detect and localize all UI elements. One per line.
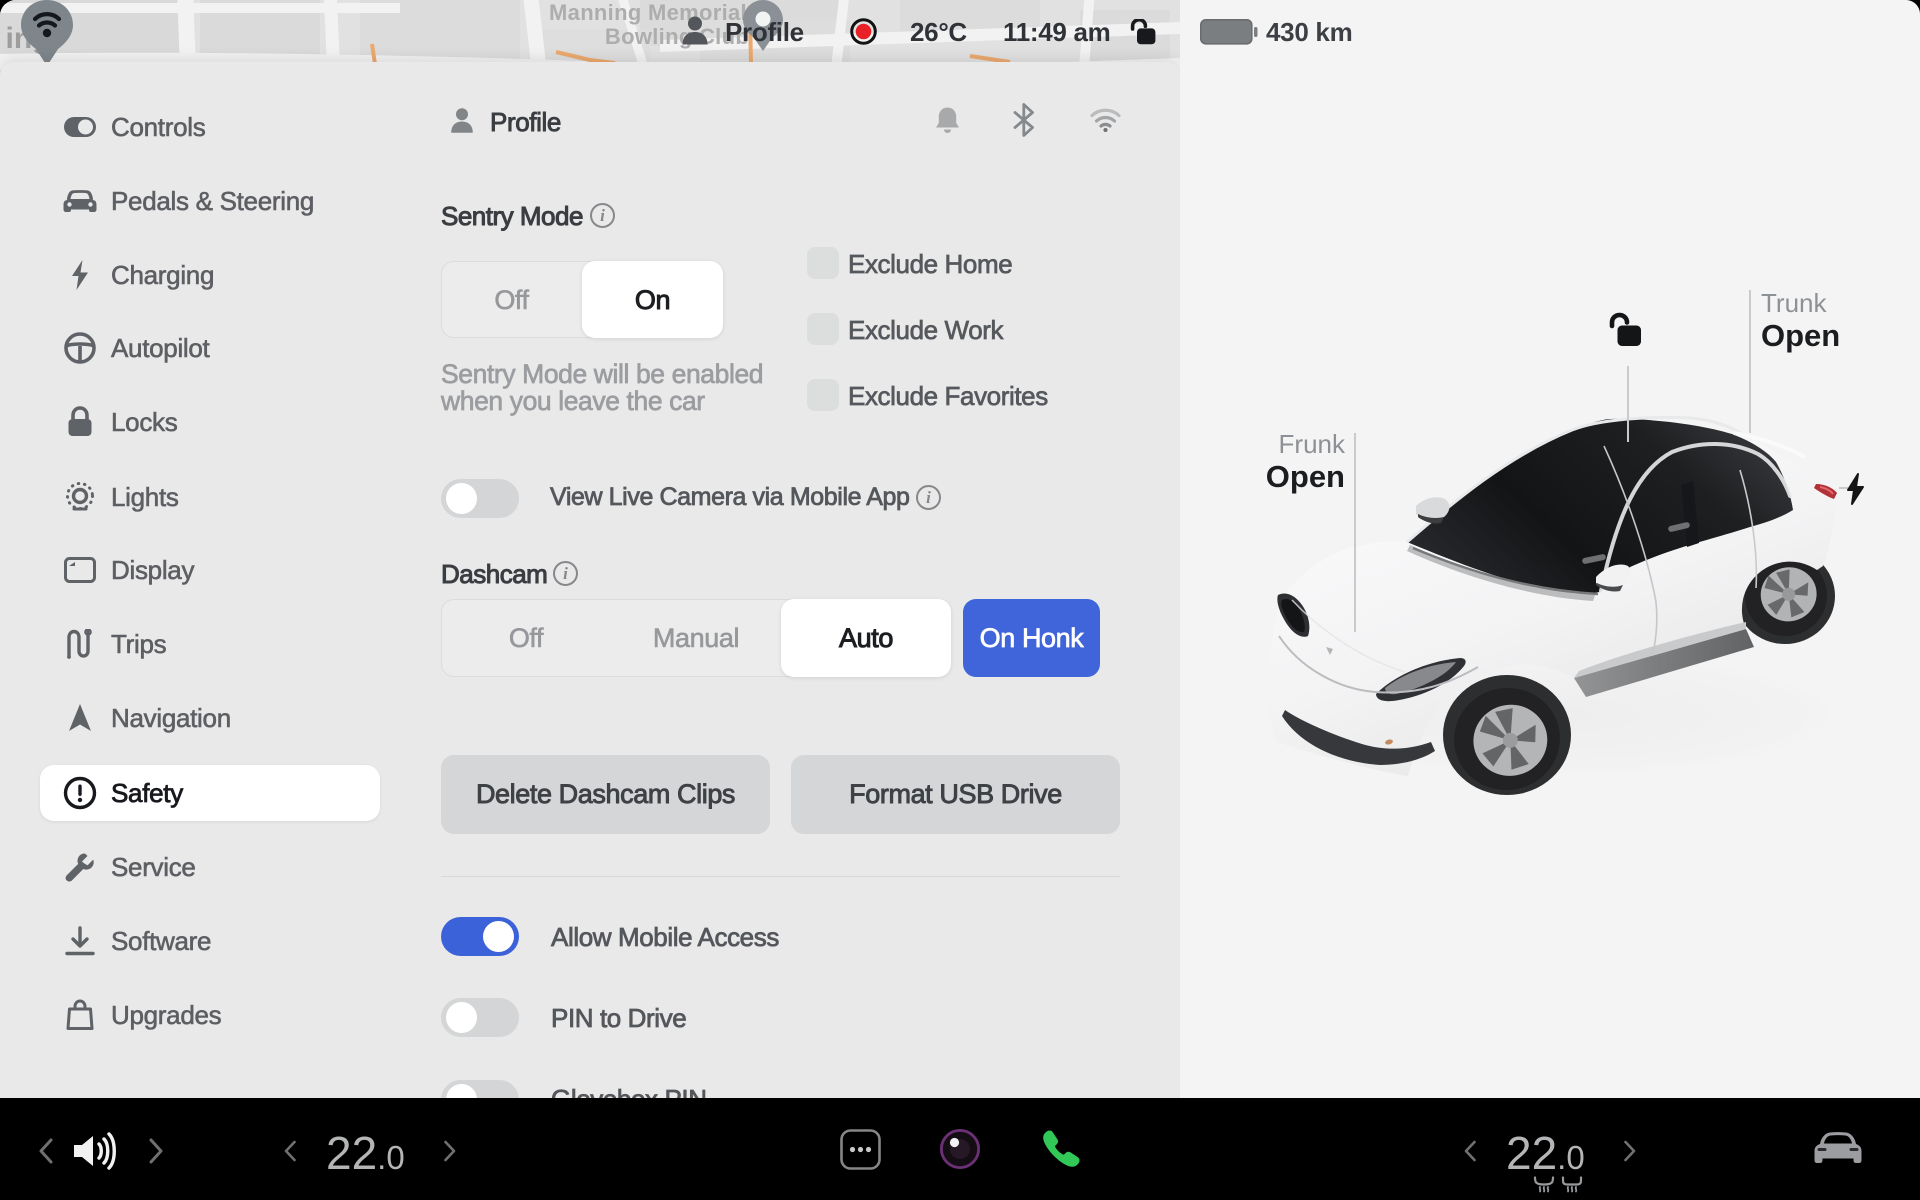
svg-text:Trunk: Trunk	[1761, 288, 1827, 318]
svg-text:Open: Open	[1761, 318, 1840, 353]
svg-text:Frunk: Frunk	[1279, 429, 1346, 459]
svg-text:Open: Open	[1266, 459, 1345, 494]
